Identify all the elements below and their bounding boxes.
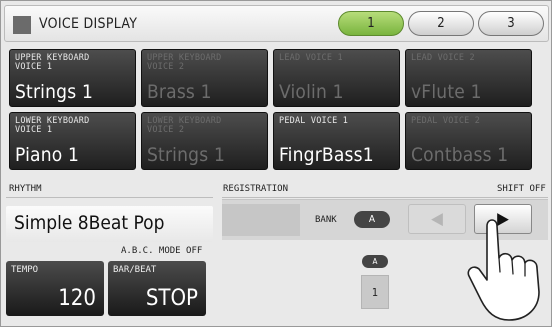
tempo-value: 120 — [58, 286, 96, 311]
title-square-icon — [13, 16, 31, 34]
voice-category-label: LOWER KEYBOARD VOICE 2 — [147, 116, 222, 135]
voice-name: Contbass 1 — [411, 144, 509, 166]
title-bar: VOICE DISPLAY 1 2 3 — [4, 5, 549, 42]
voice-category-label: PEDAL VOICE 1 — [279, 116, 349, 126]
registration-section-label: REGISTRATION — [223, 184, 289, 194]
rhythm-divider — [6, 197, 213, 198]
bar-beat-value: STOP — [145, 286, 198, 311]
pointing-hand-icon — [467, 219, 540, 321]
voice-category-label: UPPER KEYBOARD VOICE 1 — [15, 53, 90, 72]
bank-indicator: A — [354, 211, 390, 228]
voice-button-lead-1[interactable]: LEAD VOICE 1 Violin 1 — [273, 49, 400, 107]
page-title: VOICE DISPLAY — [39, 16, 138, 32]
page-tab-3[interactable]: 3 — [478, 11, 544, 36]
abc-mode-status: A.B.C. MODE OFF — [121, 246, 203, 256]
voice-button-upper-2[interactable]: UPPER KEYBOARD VOICE 2 Brass 1 — [141, 49, 268, 107]
voice-category-label: PEDAL VOICE 2 — [411, 116, 481, 126]
voice-name: FingrBass1 — [279, 144, 374, 166]
shift-status: SHIFT OFF — [497, 184, 546, 194]
voice-name: Strings 1 — [147, 144, 226, 166]
voice-button-lead-2[interactable]: LEAD VOICE 2 vFlute 1 — [405, 49, 532, 107]
bank-label: BANK — [315, 215, 337, 225]
voice-category-label: LOWER KEYBOARD VOICE 1 — [15, 116, 90, 135]
registration-memory-button-1[interactable]: 1 — [361, 275, 389, 309]
voice-name: Piano 1 — [15, 144, 80, 166]
voice-name: vFlute 1 — [411, 81, 482, 103]
rhythm-name: Simple 8Beat Pop — [14, 212, 165, 234]
voice-name: Violin 1 — [279, 81, 344, 103]
bar-beat-label: BAR/BEAT — [113, 265, 157, 275]
tempo-label: TEMPO — [11, 265, 39, 275]
rhythm-selector[interactable]: Simple 8Beat Pop — [6, 206, 213, 242]
tempo-box[interactable]: TEMPO 120 — [6, 261, 104, 316]
voice-name: Strings 1 — [15, 81, 94, 103]
voice-button-pedal-2[interactable]: PEDAL VOICE 2 Contbass 1 — [405, 112, 532, 170]
memory-bank-indicator: A — [362, 255, 388, 268]
voice-button-pedal-1[interactable]: PEDAL VOICE 1 FingrBass1 — [273, 112, 400, 170]
voice-name: Brass 1 — [147, 81, 212, 103]
bank-prev-button[interactable]: ◀ — [408, 204, 466, 234]
voice-category-label: UPPER KEYBOARD VOICE 2 — [147, 53, 222, 72]
voice-button-upper-1[interactable]: UPPER KEYBOARD VOICE 1 Strings 1 — [9, 49, 136, 107]
voice-button-lower-1[interactable]: LOWER KEYBOARD VOICE 1 Piano 1 — [9, 112, 136, 170]
voice-display-screen: VOICE DISPLAY 1 2 3 UPPER KEYBOARD VOICE… — [0, 0, 552, 327]
voice-button-lower-2[interactable]: LOWER KEYBOARD VOICE 2 Strings 1 — [141, 112, 268, 170]
voice-category-label: LEAD VOICE 2 — [411, 53, 475, 63]
page-tab-1[interactable]: 1 — [338, 11, 404, 36]
left-triangle-icon: ◀ — [431, 208, 443, 229]
bar-beat-box[interactable]: BAR/BEAT STOP — [108, 261, 206, 316]
rhythm-section-label: RHYTHM — [9, 184, 42, 194]
page-tab-2[interactable]: 2 — [408, 11, 474, 36]
registration-divider — [222, 197, 548, 198]
voice-category-label: LEAD VOICE 1 — [279, 53, 343, 63]
registration-blank-area — [222, 204, 300, 236]
